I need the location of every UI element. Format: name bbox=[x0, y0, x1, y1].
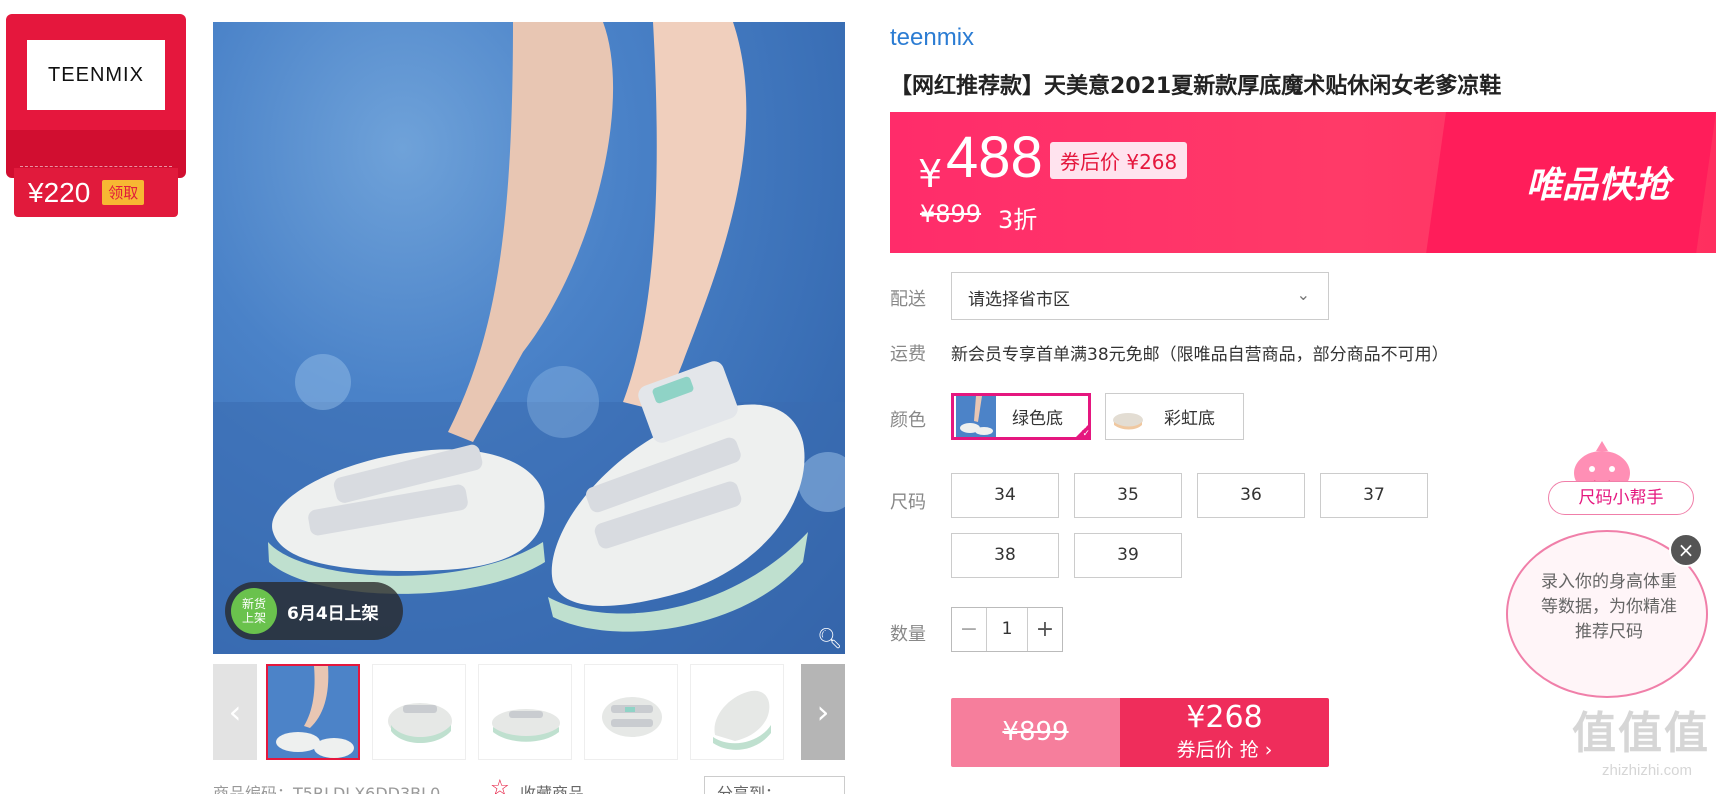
color-option-green[interactable]: 绿色底 ✓ bbox=[951, 393, 1091, 440]
share-button[interactable]: 分享到： bbox=[704, 776, 845, 794]
quantity-decrease-button[interactable]: − bbox=[952, 608, 986, 651]
site-watermark: 值值值 zhizhizhi.com bbox=[1572, 706, 1721, 794]
thumbnail-5-image bbox=[713, 690, 771, 750]
thumbnail-4-image bbox=[602, 697, 662, 737]
thumbnail-2-image bbox=[388, 703, 452, 743]
product-title: 【网红推荐款】天美意2021夏新款厚底魔术贴休闲女老爹凉鞋 bbox=[890, 74, 1502, 99]
claim-coupon-button[interactable]: 领取 bbox=[102, 180, 145, 205]
discount-rate: 3折 bbox=[998, 206, 1038, 234]
size-option-34[interactable]: 34 bbox=[951, 473, 1059, 518]
freight-info: 新会员专享首单满38元免邮（限唯品自营商品，部分商品不可用） bbox=[951, 345, 1449, 365]
buy-original-price: ¥899 bbox=[951, 698, 1120, 767]
new-arrival-badge: 新货 上架 6月4日上架 bbox=[225, 582, 403, 640]
brand-logo[interactable]: TEENMIX bbox=[27, 40, 165, 110]
region-select[interactable]: 请选择省市区 ⌄ bbox=[951, 272, 1329, 320]
region-select-value: 请选择省市区 bbox=[968, 290, 1070, 310]
thumbnail-next-button[interactable]: › bbox=[801, 664, 845, 760]
brand-coupon-card[interactable]: TEENMIX ¥220 领取 bbox=[6, 14, 186, 219]
thumbnail-1[interactable] bbox=[266, 664, 360, 760]
size-option-36[interactable]: 36 bbox=[1197, 473, 1305, 518]
buy-price: ¥268 bbox=[1186, 700, 1263, 735]
quantity-increase-button[interactable]: + bbox=[1028, 608, 1062, 651]
freight-label: 运费 bbox=[890, 344, 926, 365]
thumbnail-2[interactable] bbox=[372, 664, 466, 760]
color-option-green-image bbox=[956, 396, 996, 437]
thumbnail-3[interactable] bbox=[478, 664, 572, 760]
color-option-rainbow[interactable]: 彩虹底 bbox=[1105, 393, 1244, 440]
new-arrival-circle: 新货 上架 bbox=[231, 588, 277, 634]
current-price: 488 bbox=[946, 125, 1043, 190]
quantity-input[interactable]: 1 bbox=[986, 608, 1028, 651]
buy-sub-label: 券后价 抢 › bbox=[1176, 739, 1273, 761]
size-option-35[interactable]: 35 bbox=[1074, 473, 1182, 518]
check-icon: ✓ bbox=[1073, 422, 1091, 440]
share-label: 分享到： bbox=[717, 784, 782, 794]
size-option-37[interactable]: 37 bbox=[1320, 473, 1428, 518]
size-helper-text: 录入你的身高体重等数据，为你精准推荐尺码 bbox=[1541, 572, 1677, 642]
thumbnail-5[interactable] bbox=[690, 664, 784, 760]
size-option-38[interactable]: 38 bbox=[951, 533, 1059, 578]
magnifier-icon[interactable]: 🔍︎ bbox=[817, 626, 842, 650]
product-photo bbox=[213, 22, 845, 654]
new-arrival-date: 6月4日上架 bbox=[287, 603, 379, 624]
favorite-button[interactable]: 收藏商品 bbox=[520, 780, 584, 794]
price-currency: ¥ bbox=[918, 152, 943, 196]
color-option-label: 绿色底 bbox=[1012, 409, 1063, 429]
size-label: 尺码 bbox=[890, 492, 926, 513]
quantity-label: 数量 bbox=[890, 624, 926, 645]
color-label: 颜色 bbox=[890, 410, 926, 431]
buy-price-block: ¥268 券后价 抢 › bbox=[1120, 698, 1329, 767]
main-product-image[interactable]: 新货 上架 6月4日上架 🔍︎ bbox=[213, 22, 845, 654]
color-option-label: 彩虹底 bbox=[1164, 409, 1215, 429]
shipping-label: 配送 bbox=[890, 289, 926, 310]
brand-link[interactable]: teenmix bbox=[890, 24, 974, 52]
after-coupon-price-tag: 券后价 ¥268 bbox=[1050, 142, 1188, 179]
quantity-stepper: − 1 + bbox=[951, 607, 1063, 652]
size-option-39[interactable]: 39 bbox=[1074, 533, 1182, 578]
watermark-url: zhizhizhi.com bbox=[1601, 762, 1693, 779]
flash-sale-label: 唯品快抢 bbox=[1525, 165, 1670, 206]
star-icon[interactable]: ☆ bbox=[490, 776, 510, 794]
watermark-logo: 值值值 bbox=[1572, 708, 1710, 759]
coupon-divider bbox=[20, 166, 172, 167]
buy-with-coupon-button[interactable]: ¥899 ¥268 券后价 抢 › bbox=[951, 698, 1329, 767]
color-option-rainbow-image bbox=[1108, 396, 1148, 437]
brand-coupon[interactable]: ¥220 领取 bbox=[14, 168, 178, 217]
thumbnail-1-image bbox=[268, 666, 358, 758]
thumbnail-3-image bbox=[492, 709, 560, 742]
thumbnail-prev-button[interactable]: ‹ bbox=[213, 664, 257, 760]
coupon-amount: ¥220 bbox=[28, 176, 91, 208]
price-banner: ¥ 488 券后价 ¥268 ¥899 3折 唯品快抢 bbox=[890, 112, 1716, 253]
brand-logo-text: TEENMIX bbox=[48, 63, 144, 86]
sku-code: 商品编码：T5RLDLX6DD3BL0 bbox=[213, 784, 441, 794]
size-helper-button[interactable]: 尺码小帮手 bbox=[1548, 481, 1694, 515]
original-price: ¥899 bbox=[920, 200, 982, 228]
thumbnail-strip: ‹ › bbox=[213, 664, 845, 760]
thumbnail-4[interactable] bbox=[584, 664, 678, 760]
close-icon[interactable]: × bbox=[1669, 533, 1703, 567]
chevron-down-icon: ⌄ bbox=[1296, 285, 1310, 304]
